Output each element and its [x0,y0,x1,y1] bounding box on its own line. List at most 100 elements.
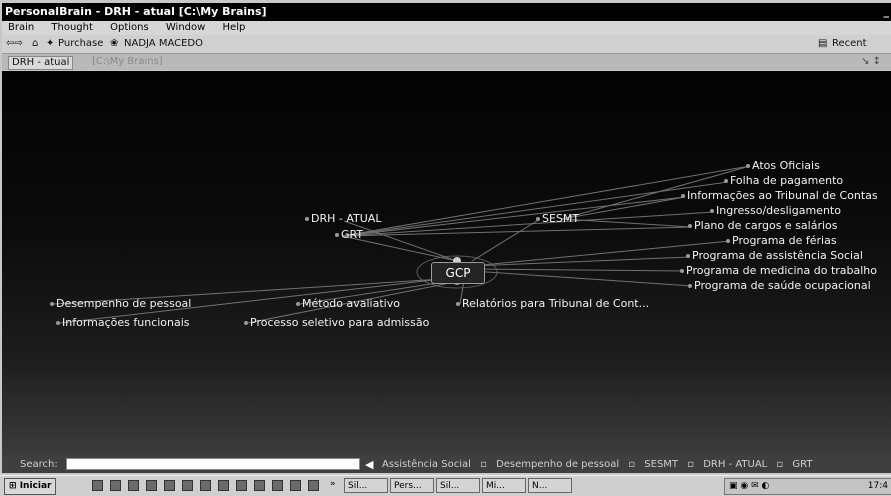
toolbar: ⇦⇨ ⌂ ✦ Purchase ❀ NADJA MACEDO ▤ Recent [2,35,891,54]
quicklaunch-icon[interactable] [164,480,175,491]
thought-child[interactable]: Processo seletivo para admissão [244,317,429,329]
quicklaunch-icon[interactable] [182,480,193,491]
search-label: Search: [20,459,58,470]
quicklaunch-icon[interactable] [272,480,283,491]
thought-label: Método avaliativo [302,297,400,310]
pinned-separator-icon: ▫ [776,459,784,470]
thought-label: Folha de pagamento [730,174,844,187]
back-arrow-icon[interactable]: ◀ [365,456,373,473]
minimize-button[interactable]: _ [884,3,890,21]
quicklaunch-icon[interactable] [110,480,121,491]
thought-child[interactable]: Plano de cargos e salários [688,220,838,232]
menu-bar: Brain Thought Options Window Help [2,21,891,35]
windows-logo-icon: ⊞ [9,481,17,491]
thought-child[interactable]: Informações ao Tribunal de Contas [681,190,878,202]
thought-dot [726,239,730,243]
start-button[interactable]: ⊞ Iniciar [4,478,57,495]
brain-path-bar: DRH - atual [C:\My Brains] ↘ ↕ [2,54,891,70]
menu-help[interactable]: Help [223,22,246,33]
view-controls-icon[interactable]: ↘ ↕ [861,54,881,70]
quicklaunch-more-icon[interactable]: » [330,479,336,489]
taskbar-window-button[interactable]: Sil... [436,478,480,493]
thought-child[interactable]: Folha de pagamento [724,175,843,187]
thought-parent[interactable]: GRT [335,229,363,241]
title-bar: PersonalBrain - DRH - atual [C:\My Brain… [2,3,891,21]
brain-tab[interactable]: DRH - atual [8,56,74,70]
active-thought[interactable]: GCP [431,262,485,284]
thought-dot [536,217,540,221]
taskbar-window-button[interactable]: N... [528,478,572,493]
personalbrain-window: PersonalBrain - DRH - atual [C:\My Brain… [0,0,891,495]
thought-label: SESMT [542,212,580,225]
thought-child[interactable]: Programa de saúde ocupacional [688,280,871,292]
thought-label: Processo seletivo para admissão [250,316,430,329]
thought-label: Informações funcionais [62,316,190,329]
menu-window[interactable]: Window [166,22,205,33]
thought-dot [688,224,692,228]
thought-dot [296,302,300,306]
thought-label: Informações ao Tribunal de Contas [687,189,878,202]
thought-child[interactable]: Ingresso/desligamento [710,205,841,217]
thought-child[interactable]: Programa de assistência Social [686,250,863,262]
recent-button[interactable]: Recent [832,35,867,53]
thought-child[interactable]: Desempenho de pessoal [50,298,191,310]
pinned-thought[interactable]: Assistência Social [382,459,471,470]
quicklaunch-icon[interactable] [146,480,157,491]
quicklaunch-icon[interactable] [236,480,247,491]
thought-dot [305,217,309,221]
thought-label: Programa de saúde ocupacional [694,279,871,292]
thought-child[interactable]: Relatórios para Tribunal de Cont... [456,298,649,310]
pinned-thought[interactable]: DRH - ATUAL [703,459,767,470]
menu-options[interactable]: Options [110,22,149,33]
thought-label: Relatórios para Tribunal de Cont... [462,297,650,310]
quicklaunch-icon[interactable] [218,480,229,491]
pinned-thought[interactable]: SESMT [644,459,678,470]
window-title: PersonalBrain - DRH - atual [C:\My Brain… [5,5,267,18]
windows-taskbar: ⊞ Iniciar » Sil... Pers... Sil... Mi... … [0,475,891,496]
thought-child[interactable]: Programa de medicina do trabalho [680,265,877,277]
thought-child[interactable]: Método avaliativo [296,298,400,310]
brain-path: [C:\My Brains] [92,56,163,67]
plex-canvas[interactable]: DRH - ATUAL GRT SESMT GCP Atos Oficiais … [2,71,891,456]
user-name[interactable]: NADJA MACEDO [124,35,203,53]
thought-label: Programa de assistência Social [692,249,863,262]
quicklaunch-icon[interactable] [128,480,139,491]
taskbar-window-button[interactable]: Pers... [390,478,434,493]
pinned-separator-icon: ▫ [480,459,487,470]
favorites-icon[interactable]: ✦ [46,35,54,53]
thought-label: DRH - ATUAL [311,212,382,225]
thought-label: Ingresso/desligamento [716,204,841,217]
thought-dot [724,179,728,183]
thought-dot [335,233,339,237]
home-icon[interactable]: ⌂ [32,35,38,53]
thought-label: Atos Oficiais [752,159,820,172]
search-input[interactable] [66,458,360,470]
menu-brain[interactable]: Brain [8,22,34,33]
quicklaunch-icon[interactable] [254,480,265,491]
thought-child[interactable]: Atos Oficiais [746,160,820,172]
thought-dot [680,269,684,273]
thought-dot [456,302,460,306]
clock[interactable]: 17:4 [868,479,888,494]
menu-thought[interactable]: Thought [51,22,93,33]
thought-parent[interactable]: DRH - ATUAL [305,213,381,225]
quicklaunch-icon[interactable] [92,480,103,491]
start-label: Iniciar [19,481,52,491]
tray-icons[interactable]: ▣ ◉ ✉ ◐ [729,479,769,494]
thought-child[interactable]: Programa de férias [726,235,837,247]
thought-jump[interactable]: SESMT [536,213,579,225]
taskbar-window-button[interactable]: Mi... [482,478,526,493]
user-icon: ❀ [110,38,119,49]
favorites-button[interactable]: Purchase [58,35,103,53]
quicklaunch-icon[interactable] [290,480,301,491]
quicklaunch-icon[interactable] [200,480,211,491]
back-forward-icon[interactable]: ⇦⇨ [6,35,23,53]
thought-dot [686,254,690,258]
pinned-thought[interactable]: Desempenho de pessoal [496,459,619,470]
quicklaunch-icon[interactable] [308,480,319,491]
thought-label: Plano de cargos e salários [694,219,838,232]
taskbar-window-button[interactable]: Sil... [344,478,388,493]
pinned-separator-icon: ▫ [628,459,636,470]
thought-child[interactable]: Informações funcionais [56,317,190,329]
pinned-thought[interactable]: GRT [792,459,812,470]
